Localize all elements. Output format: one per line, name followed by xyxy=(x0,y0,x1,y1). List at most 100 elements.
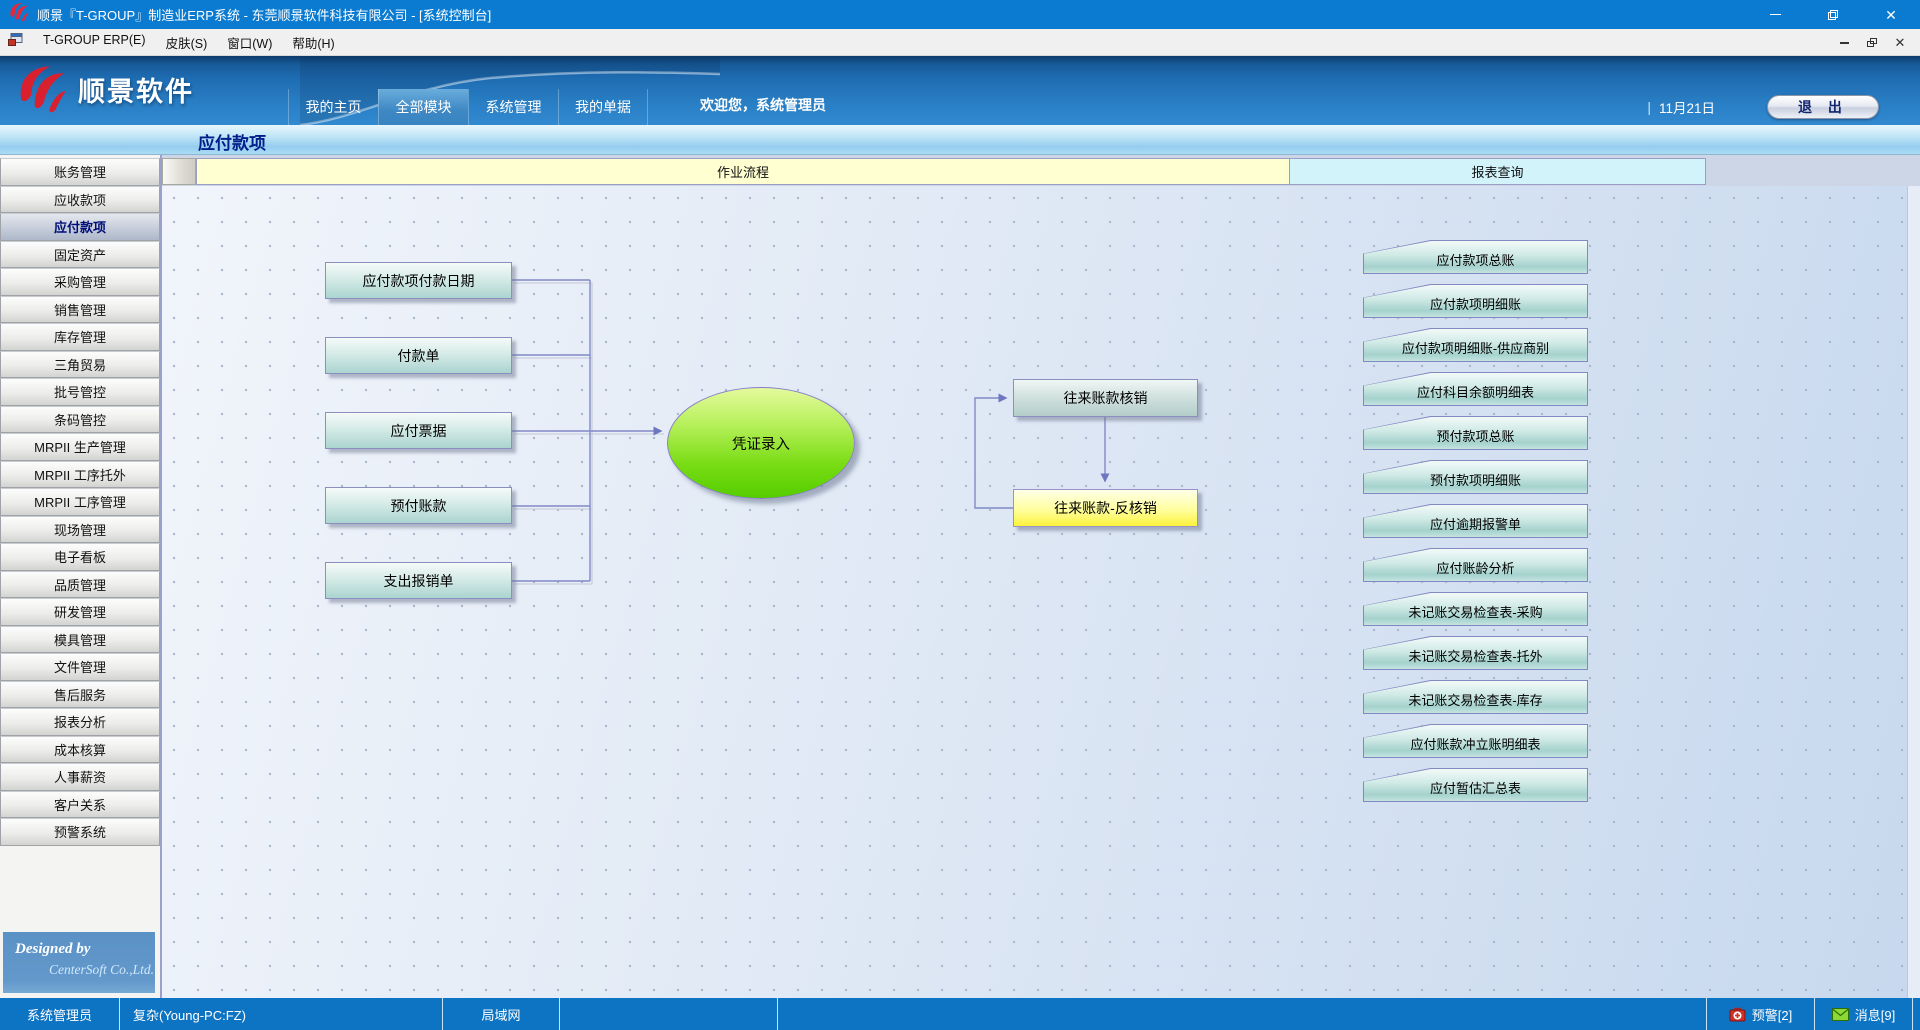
brand-logo-text: 顺景软件 xyxy=(78,70,194,109)
menu-item[interactable]: T-GROUP ERP(E) xyxy=(33,29,156,56)
report-button-face: 未记账交易检查表-库存 xyxy=(1364,681,1587,713)
sidebar-item[interactable]: 研发管理 xyxy=(0,598,160,626)
sidebar-item[interactable]: 模具管理 xyxy=(0,626,160,654)
statusbar-alerts[interactable]: 预警[2] xyxy=(1707,998,1815,1030)
report-button-face: 应付逾期报警单 xyxy=(1364,505,1587,537)
statusbar-messages[interactable]: 消息[9] xyxy=(1815,998,1913,1030)
flow-source-box[interactable]: 预付账款 xyxy=(325,487,512,524)
header-nav-tabs: 我的主页全部模块系统管理我的单据 xyxy=(288,89,648,125)
mdi-minimize-icon[interactable] xyxy=(1830,29,1858,56)
exit-button[interactable]: 退 出 xyxy=(1767,95,1879,119)
sidebar-item[interactable]: MRPII 工序托外 xyxy=(0,461,160,489)
statusbar-network: 局域网 xyxy=(443,998,560,1030)
mdi-close-icon[interactable]: ✕ xyxy=(1886,29,1914,56)
sidebar-item[interactable]: 文件管理 xyxy=(0,653,160,681)
sidebar-item[interactable]: 销售管理 xyxy=(0,296,160,324)
sidebar-item[interactable]: 条码管控 xyxy=(0,406,160,434)
report-button-face: 应付科目余额明细表 xyxy=(1364,373,1587,405)
report-button[interactable]: 应付账款冲立账明细表 xyxy=(1363,724,1588,758)
sidebar-item[interactable]: 批号管控 xyxy=(0,378,160,406)
report-button[interactable]: 未记账交易检查表-库存 xyxy=(1363,680,1588,714)
report-button-label: 未记账交易检查表-托外 xyxy=(1408,642,1542,665)
report-button[interactable]: 应付款项总账 xyxy=(1363,240,1588,274)
sidebar-item[interactable]: 客户关系 xyxy=(0,791,160,819)
sidebar-item[interactable]: 品质管理 xyxy=(0,571,160,599)
app-window: 顺景『T-GROUP』制造业ERP系统 - 东莞顺景软件科技有限公司 - [系统… xyxy=(0,0,1920,1030)
flow-source-box[interactable]: 支出报销单 xyxy=(325,562,512,599)
mdi-restore-icon[interactable] xyxy=(1858,29,1886,56)
menu-item[interactable]: 皮肤(S) xyxy=(156,29,218,56)
report-button-face: 预付款项明细账 xyxy=(1364,461,1587,493)
statusbar-messages-label: 消息[9] xyxy=(1855,1005,1895,1024)
flow-source-box[interactable]: 付款单 xyxy=(325,337,512,374)
menu-item[interactable]: 帮助(H) xyxy=(282,29,344,56)
menu-items: T-GROUP ERP(E)皮肤(S)窗口(W)帮助(H) xyxy=(33,29,345,56)
sidebar-item[interactable]: 库存管理 xyxy=(0,323,160,351)
tab-report-query[interactable]: 报表查询 xyxy=(1290,158,1706,185)
report-button[interactable]: 应付科目余额明细表 xyxy=(1363,372,1588,406)
sidebar-item[interactable]: 预警系统 xyxy=(0,818,160,846)
sidebar-item[interactable]: 报表分析 xyxy=(0,708,160,736)
sidebar-item[interactable]: 售后服务 xyxy=(0,681,160,709)
report-button[interactable]: 未记账交易检查表-托外 xyxy=(1363,636,1588,670)
date-text: 11月21日 xyxy=(1659,97,1715,117)
sidebar-item[interactable]: 现场管理 xyxy=(0,516,160,544)
report-button[interactable]: 应付账龄分析 xyxy=(1363,548,1588,582)
header-nav-tab[interactable]: 系统管理 xyxy=(468,89,558,125)
statusbar: 系统管理员 复杂(Young-PC:FZ) 局域网 预警[2] 消息[9] xyxy=(0,998,1920,1030)
menu-item[interactable]: 窗口(W) xyxy=(217,29,282,56)
report-button[interactable]: 应付逾期报警单 xyxy=(1363,504,1588,538)
flow-source-box[interactable]: 应付票据 xyxy=(325,412,512,449)
report-button-label: 应付科目余额明细表 xyxy=(1417,378,1534,401)
minimize-icon[interactable] xyxy=(1746,0,1804,29)
sidebar-item[interactable]: 三角贸易 xyxy=(0,351,160,379)
statusbar-alerts-label: 预警[2] xyxy=(1752,1005,1792,1024)
designed-by-panel: Designed by CenterSoft Co.,Ltd. xyxy=(3,932,155,993)
sidebar-item[interactable]: 电子看板 xyxy=(0,543,160,571)
statusbar-workstation: 复杂(Young-PC:FZ) xyxy=(120,998,443,1030)
sidebar-item[interactable]: 固定资产 xyxy=(0,241,160,269)
report-button-face: 应付款项明细账 xyxy=(1364,285,1587,317)
header-nav-tab[interactable]: 我的主页 xyxy=(288,89,378,125)
statusbar-empty-cell xyxy=(560,998,778,1030)
sidebar-item[interactable]: 成本核算 xyxy=(0,736,160,764)
message-envelope-icon xyxy=(1832,1008,1849,1021)
report-button[interactable]: 应付款项明细账 xyxy=(1363,284,1588,318)
titlebar: 顺景『T-GROUP』制造业ERP系统 - 东莞顺景软件科技有限公司 - [系统… xyxy=(0,0,1920,29)
report-button[interactable]: 预付款项总账 xyxy=(1363,416,1588,450)
sidebar-item[interactable]: MRPII 生产管理 xyxy=(0,433,160,461)
report-button[interactable]: 应付款项明细账-供应商别 xyxy=(1363,328,1588,362)
report-button-label: 应付暂估汇总表 xyxy=(1430,774,1521,797)
verify-node[interactable]: 往来账款核销 xyxy=(1013,379,1198,417)
header-right-group: | 11月21日 退 出 xyxy=(1647,95,1879,119)
sidebar-item[interactable]: MRPII 工序管理 xyxy=(0,488,160,516)
module-title-bar: 应付款项 xyxy=(0,125,1920,155)
report-button-face: 未记账交易检查表-采购 xyxy=(1364,593,1587,625)
window-controls: ✕ xyxy=(1746,0,1920,29)
sidebar-item[interactable]: 应付款项 xyxy=(0,213,160,241)
sidebar-item[interactable]: 人事薪资 xyxy=(0,763,160,791)
flow-source-box[interactable]: 应付款项付款日期 xyxy=(325,262,512,299)
company-text: CenterSoft Co.,Ltd. xyxy=(49,962,155,978)
close-icon[interactable]: ✕ xyxy=(1862,0,1920,29)
module-sidebar: 账务管理应收款项应付款项固定资产采购管理销售管理库存管理三角贸易批号管控条码管控… xyxy=(0,155,162,998)
report-button[interactable]: 应付暂估汇总表 xyxy=(1363,768,1588,802)
voucher-entry-node[interactable]: 凭证录入 xyxy=(667,387,855,499)
reverse-verify-node[interactable]: 往来账款-反核销 xyxy=(1013,489,1198,527)
splitter-handle[interactable] xyxy=(162,158,196,185)
sidebar-items: 账务管理应收款项应付款项固定资产采购管理销售管理库存管理三角贸易批号管控条码管控… xyxy=(0,158,160,846)
header-nav-tab[interactable]: 全部模块 xyxy=(378,89,468,125)
report-button-label: 应付账龄分析 xyxy=(1436,554,1514,577)
brand-logo-icon xyxy=(16,64,68,114)
app-logo-icon xyxy=(9,2,29,27)
canvas-right-scrollbar[interactable] xyxy=(1907,186,1920,998)
report-button[interactable]: 未记账交易检查表-采购 xyxy=(1363,592,1588,626)
sidebar-item[interactable]: 应收款项 xyxy=(0,186,160,214)
report-button[interactable]: 预付款项明细账 xyxy=(1363,460,1588,494)
header-nav-tab[interactable]: 我的单据 xyxy=(558,89,648,125)
sidebar-item[interactable]: 采购管理 xyxy=(0,268,160,296)
restore-icon[interactable] xyxy=(1804,0,1862,29)
sidebar-item[interactable]: 账务管理 xyxy=(0,158,160,186)
tab-workflow[interactable]: 作业流程 xyxy=(196,158,1290,185)
alert-kit-icon xyxy=(1729,1007,1746,1022)
